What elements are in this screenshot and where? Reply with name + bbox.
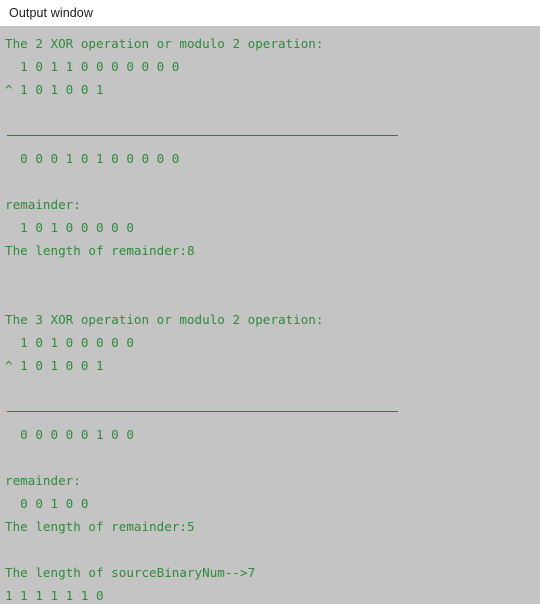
page-title: Output window [9,5,93,20]
console-line: 1 0 1 0 0 0 0 0 [5,335,134,350]
output-window-titlebar: Output window [0,0,540,26]
console-line: The 2 XOR operation or modulo 2 operatio… [5,36,324,51]
console-line: 0 0 0 1 0 1 0 0 0 0 0 [5,151,180,166]
separator-line [7,411,398,412]
output-window: Output window The 2 XOR operation or mod… [0,0,540,604]
console-line: 1 0 1 1 0 0 0 0 0 0 0 [5,59,180,74]
console-line: The length of remainder:8 [5,243,195,258]
console-line: The 3 XOR operation or modulo 2 operatio… [5,312,324,327]
console-line: remainder: [5,197,81,212]
console-separator-rule [5,124,540,147]
console-line: The length of sourceBinaryNum-->7 [5,565,256,580]
console-line: The length of remainder:5 [5,519,195,534]
console-separator-rule [5,400,540,423]
console-output-area[interactable]: The 2 XOR operation or modulo 2 operatio… [0,26,540,604]
console-line: 1 0 1 0 0 0 0 0 [5,220,134,235]
console-line-list: The 2 XOR operation or modulo 2 operatio… [0,32,540,604]
console-line: 1 1 1 1 1 1 0 [5,588,104,603]
console-line: ^ 1 0 1 0 0 1 [5,358,104,373]
console-line: remainder: [5,473,81,488]
separator-line [7,135,398,136]
console-line: 0 0 1 0 0 [5,496,89,511]
console-line: ^ 1 0 1 0 0 1 [5,82,104,97]
console-line: 0 0 0 0 0 1 0 0 [5,427,134,442]
